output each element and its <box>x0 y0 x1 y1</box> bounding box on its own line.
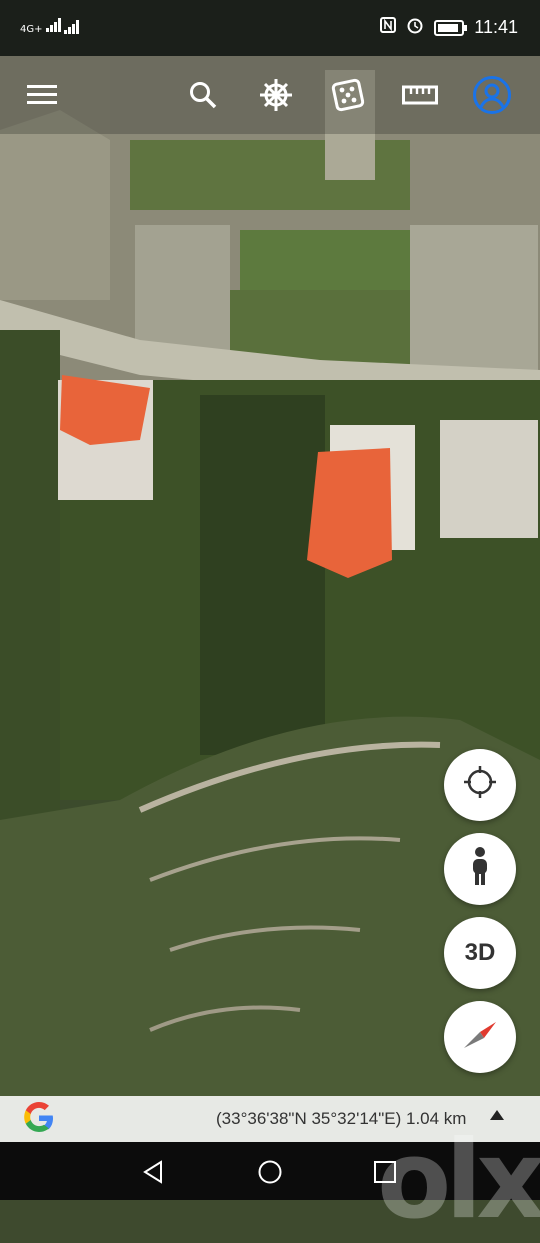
menu-icon[interactable] <box>19 72 65 118</box>
view-3d-button[interactable]: 3D <box>444 917 516 989</box>
google-logo <box>22 1101 56 1140</box>
my-location-button[interactable] <box>444 749 516 821</box>
back-icon[interactable] <box>142 1160 164 1189</box>
feeling-lucky-dice-icon[interactable] <box>325 72 371 118</box>
compass-button[interactable] <box>444 1001 516 1073</box>
cellular-signal-icon: 4G+ <box>20 18 62 35</box>
alarm-icon <box>406 16 424 39</box>
compass-icon <box>460 1014 500 1061</box>
home-icon[interactable] <box>257 1159 283 1190</box>
pegman-icon <box>469 846 491 893</box>
clock-time: 11:41 <box>474 17 518 37</box>
status-bar: 4G+ 11:41 <box>0 0 540 56</box>
cellular-signal-icon-2 <box>64 20 80 37</box>
olx-watermark: olx <box>377 1118 540 1243</box>
search-icon[interactable] <box>180 72 226 118</box>
nfc-icon <box>380 17 397 38</box>
street-view-button[interactable] <box>444 833 516 905</box>
measure-ruler-icon[interactable] <box>397 72 443 118</box>
my-location-icon <box>462 764 498 807</box>
network-type-label: 4G+ <box>20 24 43 35</box>
view-3d-label: 3D <box>464 939 496 966</box>
battery-icon <box>434 19 468 36</box>
map-toolbar <box>0 56 540 134</box>
voyager-wheel-icon[interactable] <box>253 72 299 118</box>
account-icon[interactable] <box>469 72 515 118</box>
